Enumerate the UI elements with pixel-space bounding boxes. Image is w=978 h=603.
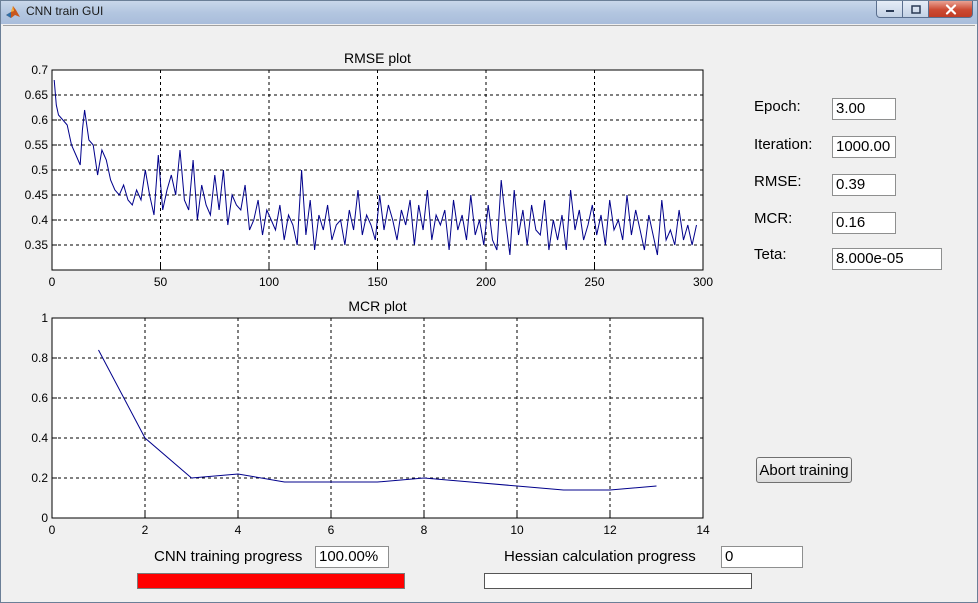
matlab-logo-icon bbox=[6, 6, 20, 18]
chart1-y-tick-label: 0.2 bbox=[31, 471, 48, 485]
chart0-y-tick-label: 0.55 bbox=[25, 138, 49, 152]
teta-field[interactable]: 8.000e-05 bbox=[832, 248, 942, 270]
mcr-label: MCR: bbox=[754, 210, 793, 227]
chart1-y-tick-label: 0.6 bbox=[31, 391, 48, 405]
rmse-plot: RMSE plot 0 50 100 150 200 250 300 0.35 0.4 0.45 0.… bbox=[25, 50, 714, 289]
chart1-x-tick-label: 12 bbox=[603, 523, 617, 537]
rmse-field[interactable]: 0.39 bbox=[832, 174, 896, 196]
chart0-x-tick-label: 300 bbox=[693, 275, 713, 289]
cnn-progress-fill bbox=[138, 574, 404, 588]
chart0-x-tick-label: 200 bbox=[476, 275, 496, 289]
chart0-y-tick-label: 0.5 bbox=[31, 163, 48, 177]
iteration-field[interactable]: 1000.00 bbox=[832, 136, 896, 158]
app-window: CNN train GUI RMSE plot 0 50 100 150 200 250 30… bbox=[0, 0, 978, 603]
chart1-x-tick-label: 2 bbox=[142, 523, 149, 537]
abort-training-button[interactable]: Abort training bbox=[756, 457, 852, 483]
chart1-y-tick-label: 0 bbox=[41, 511, 48, 525]
teta-label: Teta: bbox=[754, 246, 787, 263]
chart0-x-tick-label: 50 bbox=[154, 275, 168, 289]
chart0-y-tick-label: 0.6 bbox=[31, 113, 48, 127]
epoch-label: Epoch: bbox=[754, 98, 801, 115]
mcr-field[interactable]: 0.16 bbox=[832, 212, 896, 234]
title-bar: CNN train GUI bbox=[1, 1, 977, 24]
window-controls bbox=[876, 1, 973, 19]
chart1-y-tick-label: 1 bbox=[41, 311, 48, 325]
chart0-y-tick-label: 0.4 bbox=[31, 213, 48, 227]
rmse-label: RMSE: bbox=[754, 173, 802, 190]
chart1-y-tick-label: 0.8 bbox=[31, 351, 48, 365]
maximize-icon bbox=[910, 4, 921, 14]
iteration-label: Iteration: bbox=[754, 136, 813, 153]
cnn-progress-field[interactable]: 100.00% bbox=[315, 546, 389, 568]
hessian-progress-label: Hessian calculation progress bbox=[504, 548, 696, 565]
chart0-x-tick-label: 0 bbox=[49, 275, 56, 289]
hessian-progress-field[interactable]: 0 bbox=[721, 546, 803, 568]
chart1-plot-area bbox=[51, 317, 704, 519]
chart0-title: RMSE plot bbox=[344, 50, 411, 66]
chart1-title: MCR plot bbox=[348, 298, 406, 314]
cnn-progress-label: CNN training progress bbox=[154, 548, 303, 565]
close-button[interactable] bbox=[929, 1, 973, 18]
close-icon bbox=[945, 3, 956, 15]
chart0-y-tick-label: 0.7 bbox=[31, 63, 48, 77]
mcr-plot: MCR plot 0 2 4 6 8 10 12 14 0 0.2 0.4 0.6 0.8 1 bbox=[31, 298, 710, 537]
chart0-y-tick-label: 0.65 bbox=[25, 88, 49, 102]
chart0-y-tick-label: 0.35 bbox=[25, 238, 49, 252]
window-title: CNN train GUI bbox=[26, 4, 104, 18]
cnn-progress-bar bbox=[137, 573, 405, 589]
chart1-x-tick-label: 8 bbox=[421, 523, 428, 537]
chart1-x-tick-label: 10 bbox=[510, 523, 524, 537]
chart1-x-tick-label: 14 bbox=[696, 523, 710, 537]
epoch-field[interactable]: 3.00 bbox=[832, 98, 896, 120]
chart1-x-tick-label: 6 bbox=[328, 523, 335, 537]
chart1-y-tick-label: 0.4 bbox=[31, 431, 48, 445]
minimize-button[interactable] bbox=[876, 1, 903, 18]
chart1-x-tick-label: 0 bbox=[49, 523, 56, 537]
chart0-x-tick-label: 150 bbox=[367, 275, 387, 289]
maximize-button[interactable] bbox=[903, 1, 929, 18]
chart0-x-tick-label: 100 bbox=[259, 275, 279, 289]
minimize-icon bbox=[885, 10, 894, 12]
chart1-x-tick-label: 4 bbox=[235, 523, 242, 537]
client-area: RMSE plot 0 50 100 150 200 250 300 0.35 0.4 0.45 0.… bbox=[3, 25, 975, 601]
chart0-y-tick-label: 0.45 bbox=[25, 188, 49, 202]
hessian-progress-bar bbox=[484, 573, 752, 589]
chart0-x-tick-label: 250 bbox=[584, 275, 604, 289]
